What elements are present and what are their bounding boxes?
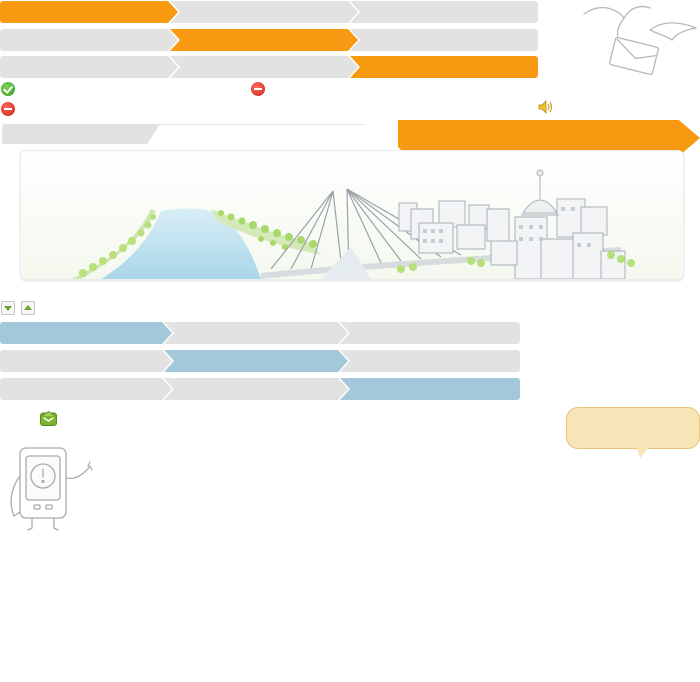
- step-1[interactable]: [0, 378, 172, 400]
- step-3[interactable]: [340, 322, 520, 344]
- speech-bubble-tail: [636, 446, 650, 458]
- step-3[interactable]: [350, 29, 538, 51]
- step-2[interactable]: [170, 1, 358, 23]
- blue-stepper-row-3: [0, 378, 520, 400]
- step-2[interactable]: [164, 350, 348, 372]
- speech-bubble: [566, 407, 700, 449]
- step-2[interactable]: [170, 29, 358, 51]
- stop-icon: [251, 82, 265, 96]
- arrow-up-button[interactable]: [21, 301, 35, 315]
- step-3[interactable]: [350, 56, 538, 78]
- step-1[interactable]: [0, 350, 172, 372]
- step-3[interactable]: [340, 350, 520, 372]
- step-3[interactable]: [340, 378, 520, 400]
- arrow-down-icon: [4, 306, 12, 311]
- stop-icon: [1, 102, 15, 116]
- mail-envelope-icon: [583, 5, 697, 76]
- blue-stepper-row-1: [0, 322, 520, 344]
- arrow-up-icon: [24, 305, 32, 310]
- orange-stepper-row-2: [0, 29, 538, 51]
- tab-default[interactable]: [2, 124, 160, 144]
- phone-alert-mascot-icon: [10, 447, 93, 531]
- arrow-down-button[interactable]: [1, 301, 15, 315]
- tab-divider: [155, 124, 365, 125]
- step-1[interactable]: [0, 56, 178, 78]
- step-2[interactable]: [164, 378, 348, 400]
- step-1[interactable]: [0, 1, 178, 23]
- step-3[interactable]: [350, 1, 538, 23]
- orange-stepper-row-3: [0, 56, 538, 78]
- step-2[interactable]: [164, 322, 348, 344]
- step-2[interactable]: [170, 56, 358, 78]
- speaker-icon[interactable]: [538, 100, 554, 114]
- step-1[interactable]: [0, 322, 172, 344]
- step-1[interactable]: [0, 29, 178, 51]
- blue-stepper-row-2: [0, 350, 520, 372]
- check-icon: [1, 82, 15, 96]
- open-envelope-icon[interactable]: [40, 410, 57, 426]
- orange-stepper-row-1: [0, 1, 538, 23]
- tab-bar: [0, 124, 400, 144]
- city-bridge-illustration: [20, 150, 684, 280]
